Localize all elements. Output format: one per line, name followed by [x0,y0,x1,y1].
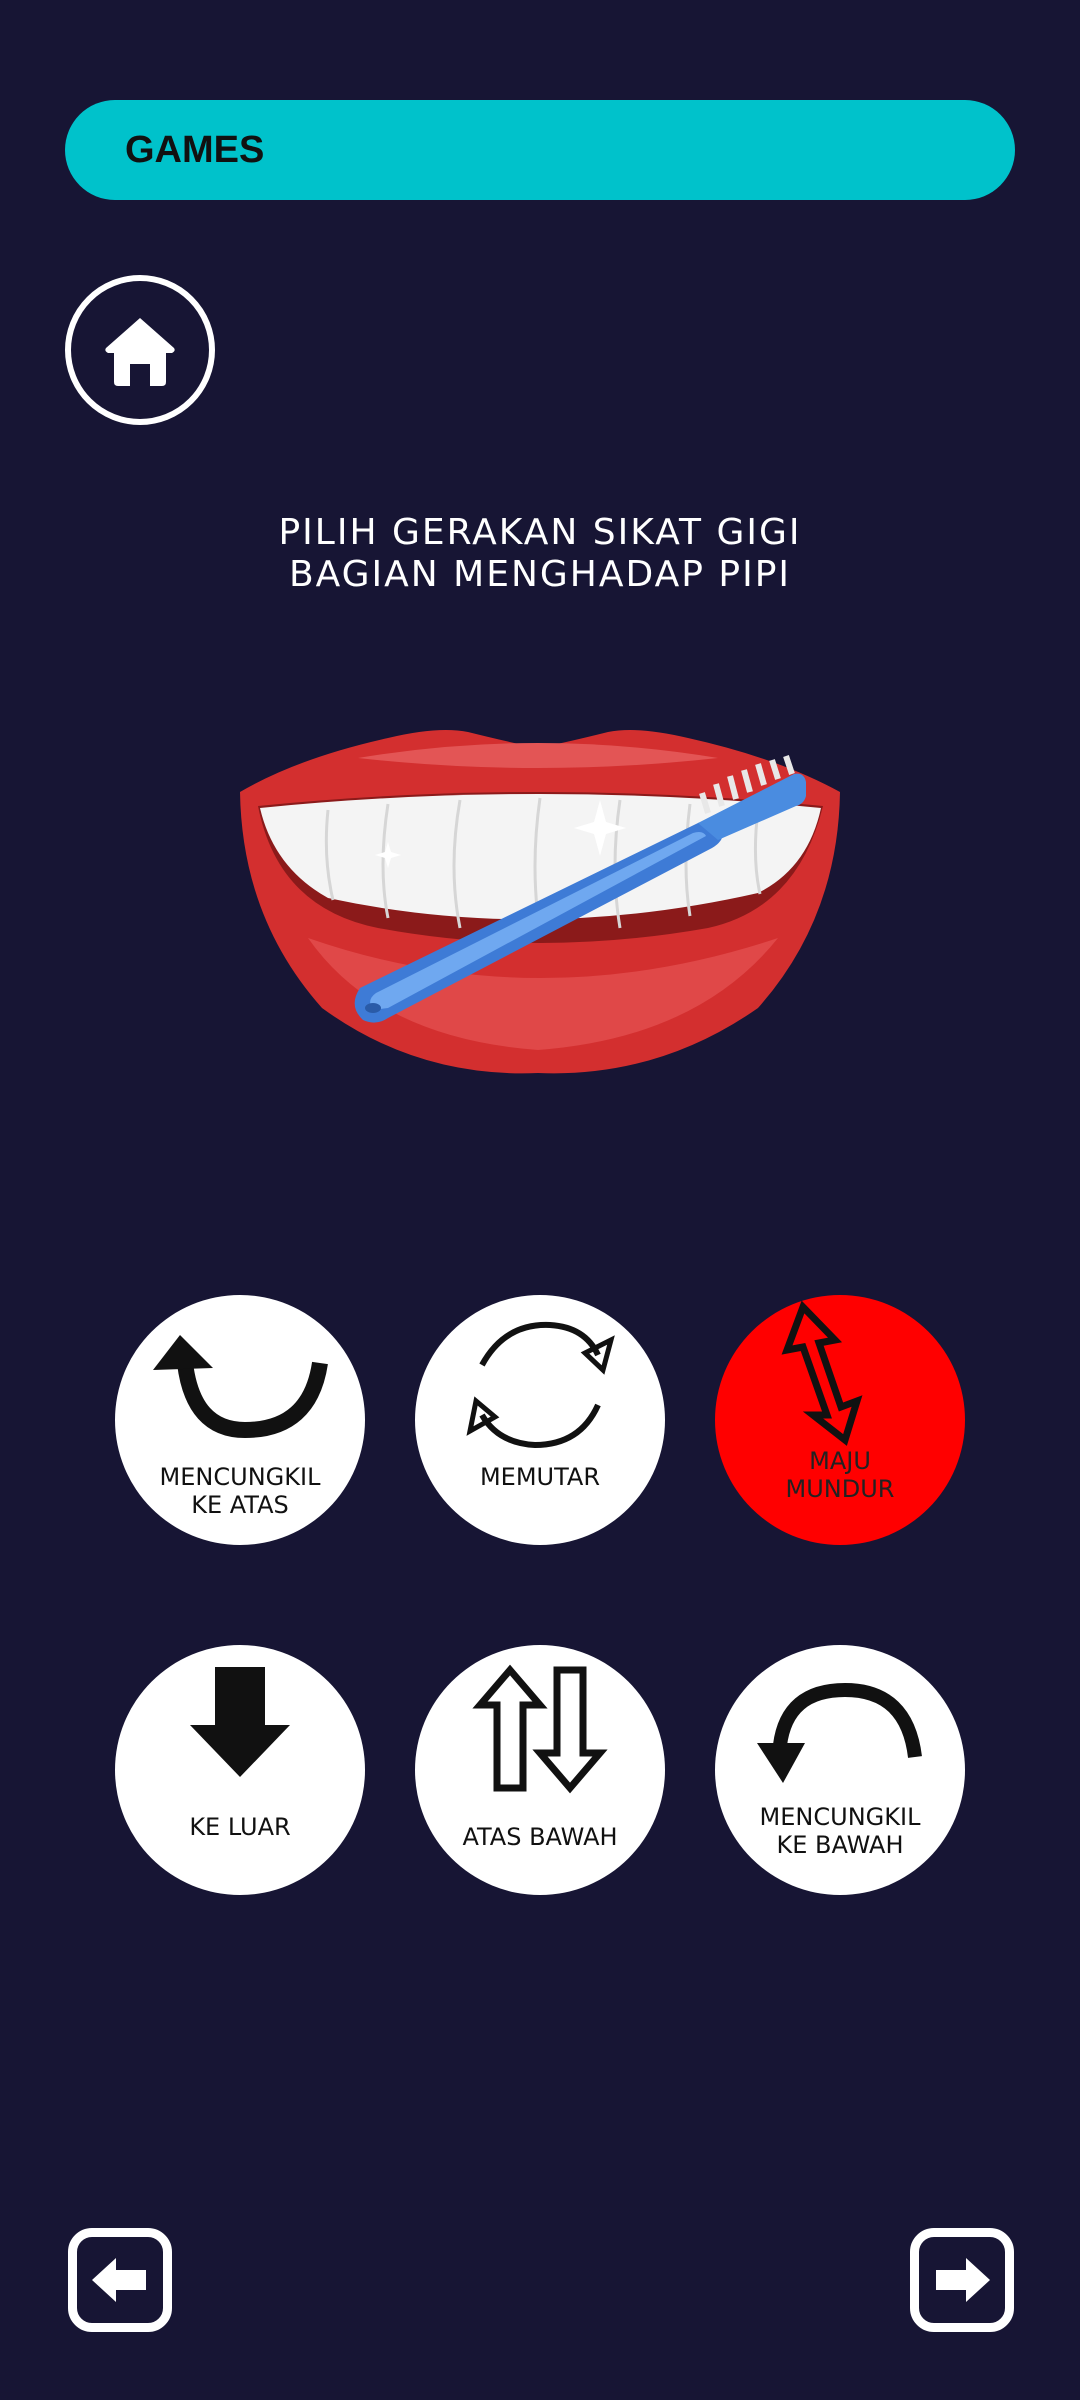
arrow-right-icon [936,2258,990,2302]
option-maju-mundur[interactable]: MAJU MUNDUR [715,1295,965,1545]
instruction-line-2: BAGIAN MENGHADAP PIPI [288,554,792,595]
option-label: MAJU MUNDUR [785,1447,895,1503]
header-title: GAMES [125,128,265,171]
option-label: ATAS BAWAH [462,1823,618,1851]
next-button[interactable] [910,2228,1014,2332]
back-forth-arrow-icon [781,1300,863,1446]
option-label: MENCUNGKIL KE BAWAH [759,1803,921,1859]
option-mencungkil-ke-bawah[interactable]: MENCUNGKIL KE BAWAH [715,1645,965,1895]
option-atas-bawah[interactable]: ATAS BAWAH [415,1645,665,1895]
back-button[interactable] [68,2228,172,2332]
arrow-down-icon [190,1667,290,1777]
option-label: MENCUNGKIL KE ATAS [159,1463,321,1519]
option-label: KE LUAR [189,1813,291,1841]
up-down-arrows-icon [472,1664,608,1794]
home-button[interactable] [65,275,215,425]
header-bar: GAMES [65,100,1015,200]
instruction-line-1: PILIH GERAKAN SIKAT GIGI [278,512,802,553]
option-memutar[interactable]: MEMUTAR [415,1295,665,1545]
rotate-icon [466,1321,615,1449]
arrow-left-icon [92,2258,146,2302]
option-ke-luar[interactable]: KE LUAR [115,1645,365,1895]
mouth-toothbrush-illustration [240,730,840,1074]
instruction-text: PILIH GERAKAN SIKAT GIGI BAGIAN MENGHADA… [0,512,1080,596]
option-mencungkil-ke-atas[interactable]: MENCUNGKIL KE ATAS [115,1295,365,1545]
option-label: MEMUTAR [479,1463,601,1491]
home-icon [105,318,175,386]
